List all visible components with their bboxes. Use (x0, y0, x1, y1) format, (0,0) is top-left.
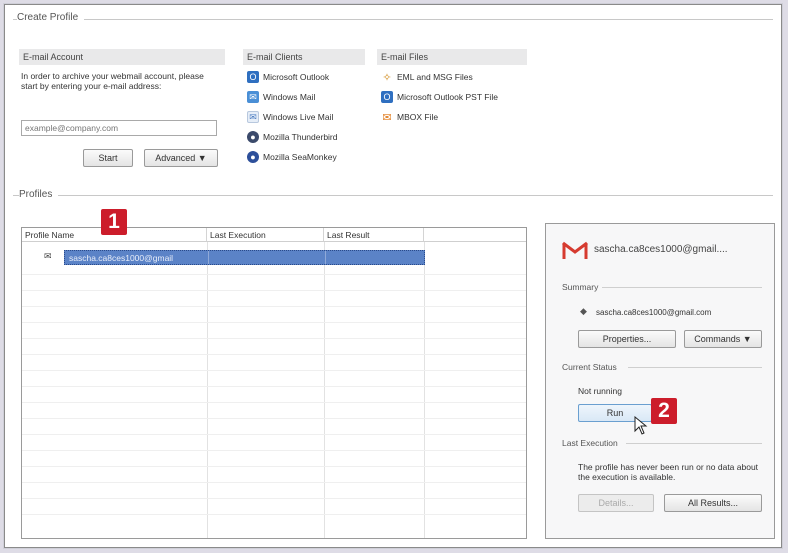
summary-divider (602, 287, 762, 288)
current-status-divider (628, 367, 762, 368)
create-profile-title: Create Profile (17, 12, 85, 23)
eml-msg-icon: ✧ (382, 71, 392, 84)
profile-row-icon: ✉ (44, 251, 52, 261)
app-window: Create Profile E-mail Account In order t… (4, 4, 782, 548)
client-item-windows-live-mail[interactable]: ✉ Windows Live Mail (247, 109, 333, 125)
seamonkey-icon: ● (247, 151, 259, 163)
row-divider (22, 466, 526, 467)
profile-name-cell: sascha.ca8ces1000@gmail (69, 253, 174, 263)
last-execution-text: The profile has never been run or no dat… (578, 462, 759, 482)
thunderbird-icon: ● (247, 131, 259, 143)
cell-divider (325, 251, 326, 264)
email-clients-header: E-mail Clients (243, 49, 365, 65)
windows-mail-icon: ✉ (247, 91, 259, 103)
row-divider (22, 322, 526, 323)
row-divider (22, 338, 526, 339)
row-divider (22, 386, 526, 387)
callout-1: 1 (101, 209, 127, 235)
row-divider (22, 434, 526, 435)
client-label: Microsoft Outlook (263, 72, 330, 82)
row-divider (22, 402, 526, 403)
last-execution-divider (626, 443, 762, 444)
summary-email: sascha.ca8ces1000@gmail.com (596, 308, 712, 317)
details-button[interactable]: Details... (578, 494, 654, 512)
last-execution-title: Last Execution (562, 438, 618, 448)
callout-2: 2 (651, 398, 677, 424)
row-divider (22, 482, 526, 483)
client-item-seamonkey[interactable]: ● Mozilla SeaMonkey (247, 149, 337, 165)
column-header-empty (424, 228, 526, 242)
all-results-button[interactable]: All Results... (664, 494, 762, 512)
file-item-eml-msg[interactable]: ✧ EML and MSG Files (381, 69, 473, 85)
file-item-mbox[interactable]: ✉ MBOX File (381, 109, 438, 125)
client-label: Mozilla SeaMonkey (263, 152, 337, 162)
client-label: Windows Live Mail (263, 112, 334, 122)
file-item-pst[interactable]: O Microsoft Outlook PST File (381, 89, 498, 105)
mbox-file-icon: ✉ (382, 111, 392, 124)
table-row-selected[interactable]: sascha.ca8ces1000@gmail (64, 250, 425, 265)
file-label: MBOX File (397, 112, 439, 122)
row-divider (22, 274, 526, 275)
row-divider (22, 354, 526, 355)
row-divider (22, 498, 526, 499)
row-divider (22, 450, 526, 451)
column-divider (207, 242, 208, 538)
client-item-outlook[interactable]: O Microsoft Outlook (247, 69, 329, 85)
row-divider (22, 514, 526, 515)
outlook-icon: O (247, 71, 259, 83)
windows-live-mail-icon: ✉ (247, 111, 259, 123)
row-divider (22, 418, 526, 419)
mouse-cursor-icon (634, 415, 648, 436)
profile-details-panel: sascha.ca8ces1000@gmail.... Summary ◆ sa… (545, 223, 775, 539)
profiles-divider (13, 195, 773, 196)
column-divider (424, 242, 425, 538)
start-button[interactable]: Start (83, 149, 133, 167)
summary-title: Summary (562, 282, 599, 292)
email-account-header: E-mail Account (19, 49, 225, 65)
client-label: Mozilla Thunderbird (263, 132, 338, 142)
column-header-last-result[interactable]: Last Result (324, 228, 424, 242)
current-status-title: Current Status (562, 362, 617, 372)
status-text: Not running (578, 386, 622, 396)
profiles-grid[interactable]: Profile Name Last Execution Last Result … (21, 227, 527, 539)
commands-button[interactable]: Commands ▼ (684, 330, 762, 348)
row-divider (22, 370, 526, 371)
file-label: Microsoft Outlook PST File (397, 92, 498, 102)
email-address-input[interactable] (21, 120, 217, 136)
column-divider (324, 242, 325, 538)
row-divider (22, 306, 526, 307)
client-item-windows-mail[interactable]: ✉ Windows Mail (247, 89, 315, 105)
pst-file-icon: O (381, 91, 393, 103)
profiles-title: Profiles (19, 189, 59, 200)
account-label: sascha.ca8ces1000@gmail.... (594, 244, 728, 255)
email-files-header: E-mail Files (377, 49, 527, 65)
client-label: Windows Mail (263, 92, 316, 102)
create-profile-divider (13, 19, 773, 20)
cell-divider (208, 251, 209, 264)
file-label: EML and MSG Files (397, 72, 473, 82)
client-item-thunderbird[interactable]: ● Mozilla Thunderbird (247, 129, 338, 145)
account-type-icon: ◆ (580, 306, 587, 316)
properties-button[interactable]: Properties... (578, 330, 676, 348)
advanced-button[interactable]: Advanced ▼ (144, 149, 218, 167)
column-header-last-execution[interactable]: Last Execution (207, 228, 324, 242)
email-account-description: In order to archive your webmail account… (21, 71, 204, 91)
gmail-icon (562, 240, 588, 260)
row-divider (22, 290, 526, 291)
